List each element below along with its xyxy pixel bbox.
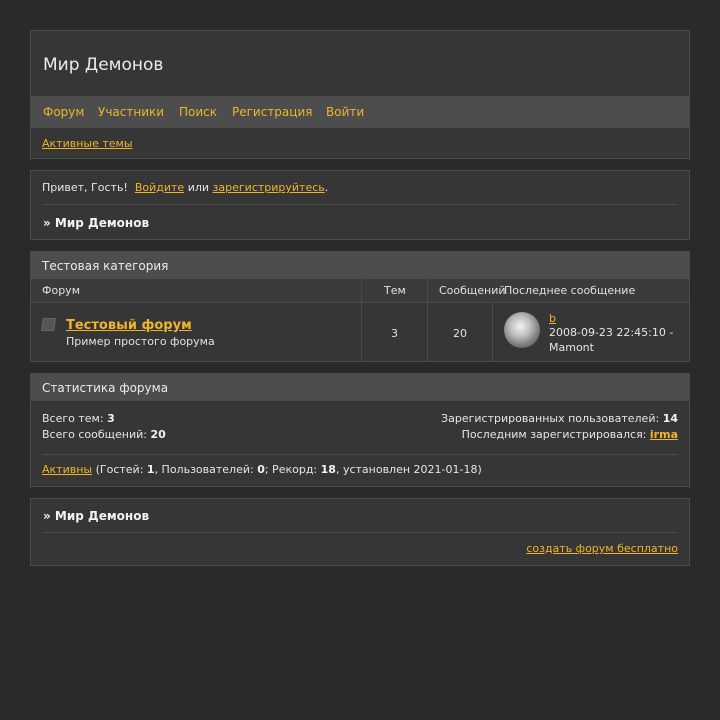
col-last-post: Последнее сообщение	[504, 284, 636, 297]
register-link[interactable]: зарегистрируйтесь	[213, 181, 325, 194]
forum-status-icon	[41, 318, 56, 331]
footer-panel: » Мир Демонов создать форум бесплатно	[30, 498, 690, 566]
record-date: , установлен 2021-01-18)	[335, 463, 482, 476]
online-stats: Активны (Гостей: 1, Пользователей: 0; Ре…	[42, 463, 482, 476]
welcome-line: Привет, Гость! Войдите или зарегистрируй…	[42, 181, 328, 194]
or-text: или	[187, 181, 210, 194]
active-topics-link[interactable]: Активные темы	[42, 137, 133, 150]
total-topics-value: 3	[107, 412, 115, 425]
stats-header: Статистика форума	[31, 374, 689, 401]
stats-title: Статистика форума	[42, 381, 169, 395]
last-registered-user-link[interactable]: irma	[650, 428, 678, 441]
total-topics-label: Всего тем:	[42, 412, 104, 425]
online-text: , Пользователей:	[154, 463, 258, 476]
divider	[42, 532, 678, 533]
last-registered: Последним зарегистрировался: irma	[462, 428, 678, 441]
avatar[interactable]	[504, 312, 540, 348]
online-link[interactable]: Активны	[42, 463, 92, 476]
create-forum-link[interactable]: создать форум бесплатно	[526, 542, 678, 555]
login-link[interactable]: Войдите	[135, 181, 184, 194]
table-header: Форум Тем Сообщений Последнее сообщение	[31, 279, 689, 303]
forum-description: Пример простого форума	[66, 335, 215, 348]
nav-search[interactable]: Поиск	[179, 105, 217, 119]
stats-panel: Статистика форума Всего тем: 3 Всего соо…	[30, 373, 690, 487]
welcome-panel: Привет, Гость! Войдите или зарегистрируй…	[30, 170, 690, 240]
nav-login[interactable]: Войти	[326, 105, 364, 119]
divider	[42, 454, 678, 455]
nav-forum[interactable]: Форум	[43, 105, 84, 119]
col-posts: Сообщений	[439, 284, 506, 297]
total-posts-value: 20	[150, 428, 166, 441]
site-title: Мир Демонов	[43, 55, 164, 75]
registered-label: Зарегистрированных пользователей:	[441, 412, 660, 425]
period-text: .	[324, 181, 329, 194]
main-nav: Форум Участники Поиск Регистрация Войти	[31, 96, 689, 128]
record-count: 18	[320, 463, 336, 476]
last-post-time: 2008-09-23 22:45:10 - Mamont	[549, 326, 674, 354]
topics-count: 3	[391, 327, 398, 340]
page: Мир Демонов Форум Участники Поиск Регист…	[0, 0, 720, 720]
category-title: Тестовая категория	[42, 259, 169, 273]
posts-count: 20	[453, 327, 467, 340]
total-posts: Всего сообщений: 20	[42, 428, 166, 441]
divider	[42, 204, 678, 205]
registered-users: Зарегистрированных пользователей: 14	[441, 412, 678, 425]
online-text: (Гостей:	[92, 463, 147, 476]
breadcrumb: » Мир Демонов	[43, 509, 150, 523]
breadcrumb: » Мир Демонов	[43, 216, 150, 230]
forum-link[interactable]: Тестовый форум	[66, 318, 192, 333]
greeting-text: Привет, Гость!	[42, 181, 128, 194]
registered-value: 14	[662, 412, 678, 425]
online-text: ; Рекорд:	[264, 463, 321, 476]
table-row: Тестовый форум Пример простого форума 3 …	[31, 303, 689, 361]
users-count: 0	[257, 463, 265, 476]
category-header: Тестовая категория	[31, 252, 689, 279]
nav-members[interactable]: Участники	[98, 105, 164, 119]
col-topics: Тем	[384, 284, 406, 297]
site-header: Мир Демонов Форум Участники Поиск Регист…	[30, 30, 690, 159]
last-registered-label: Последним зарегистрировался:	[461, 428, 647, 441]
category-panel: Тестовая категория Форум Тем Сообщений П…	[30, 251, 690, 362]
last-post-link[interactable]: b	[549, 312, 556, 325]
guests-count: 1	[146, 463, 155, 476]
total-posts-label: Всего сообщений:	[42, 428, 147, 441]
col-forum: Форум	[42, 284, 80, 297]
nav-register[interactable]: Регистрация	[232, 105, 312, 119]
total-topics: Всего тем: 3	[42, 412, 115, 425]
